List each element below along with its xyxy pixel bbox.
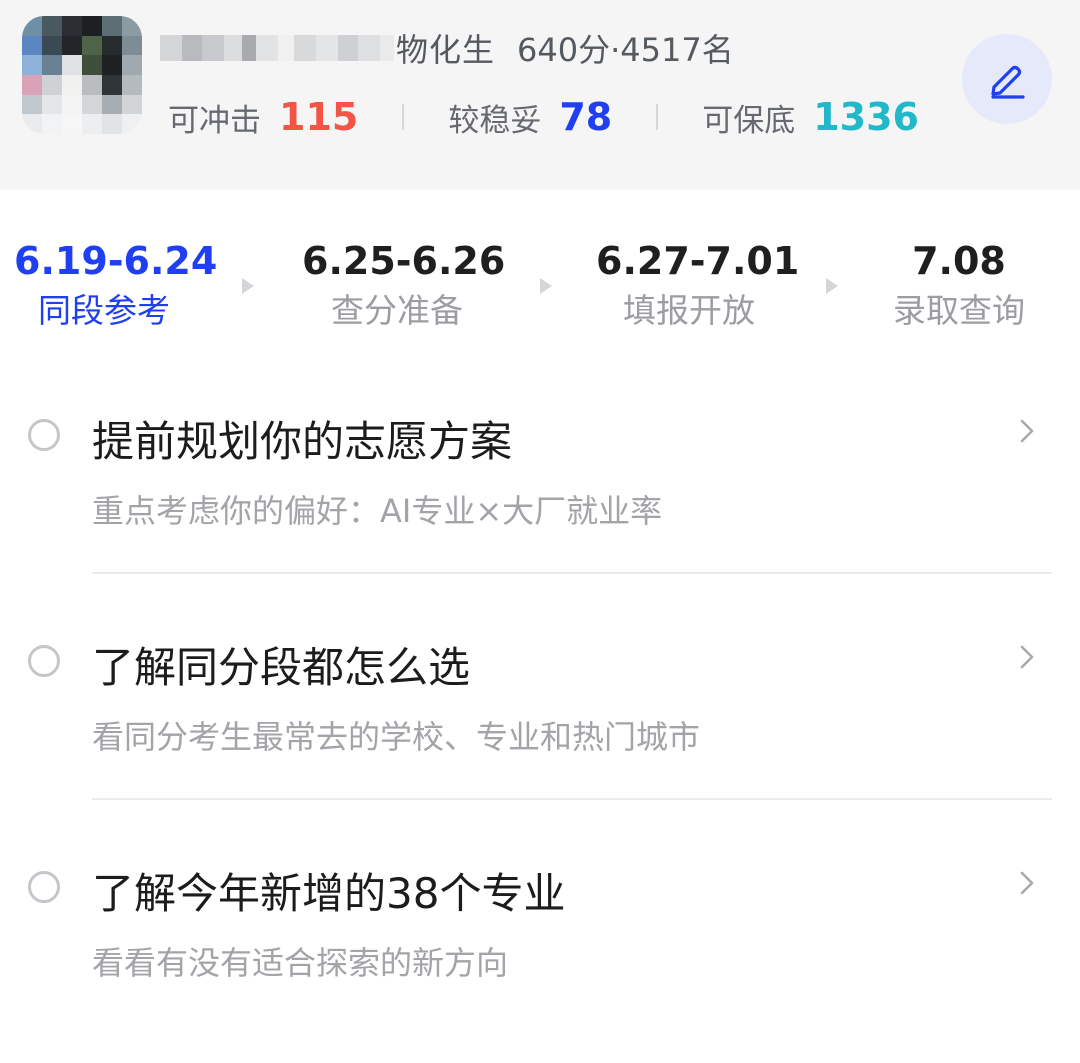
step-label: 填报开放 [623, 291, 755, 330]
timeline-arrow-icon [826, 278, 838, 294]
task-item[interactable]: 了解今年新增的38个专业 看看有没有适合探索的新方向 [0, 838, 1080, 1063]
step-label: 同段参考 [38, 291, 170, 330]
subject-combination: 物化生 [396, 31, 496, 69]
task-radio[interactable] [28, 645, 60, 677]
task-title: 提前规划你的志愿方案 [92, 417, 513, 466]
chevron-right-icon [1020, 645, 1034, 669]
step-date: 6.27-7.01 [596, 239, 800, 283]
divider [92, 798, 1052, 800]
score-rank: 640分·4517名 [517, 31, 734, 69]
timeline-arrow-icon [242, 278, 254, 294]
profile-header: 物化生 640分·4517名 可冲击 115 较稳妥 78 可保底 1336 [0, 0, 1080, 190]
stat-value: 115 [279, 95, 359, 139]
stat-value: 1336 [813, 95, 919, 139]
task-item[interactable]: 提前规划你的志愿方案 重点考虑你的偏好：AI专业×大厂就业率 [0, 386, 1080, 611]
task-subtitle: 看看有没有适合探索的新方向 [92, 944, 509, 982]
pencil-icon [991, 65, 1025, 99]
task-subtitle: 重点考虑你的偏好：AI专业×大厂就业率 [92, 492, 663, 530]
stat-label: 可保底 [702, 102, 796, 139]
timeline-step-4[interactable]: 7.08 录取查询 [882, 236, 1036, 336]
timeline: 6.19-6.24 同段参考 6.25-6.26 查分准备 6.27-7.01 … [0, 236, 1080, 346]
stat-value: 78 [559, 95, 613, 139]
step-label: 查分准备 [331, 291, 463, 330]
stat-divider [656, 104, 659, 130]
task-subtitle: 看同分考生最常去的学校、专业和热门城市 [92, 718, 701, 756]
stat-label: 较稳妥 [448, 102, 542, 139]
task-item[interactable]: 了解同分段都怎么选 看同分考生最常去的学校、专业和热门城市 [0, 612, 1080, 837]
task-radio[interactable] [28, 419, 60, 451]
edit-profile-button[interactable] [962, 34, 1052, 124]
stat-label: 可冲击 [168, 102, 261, 139]
step-date: 6.25-6.26 [302, 239, 506, 283]
timeline-step-2[interactable]: 6.25-6.26 查分准备 [302, 236, 506, 336]
step-date: 6.19-6.24 [14, 239, 218, 283]
task-title: 了解同分段都怎么选 [92, 643, 471, 692]
timeline-step-1[interactable]: 6.19-6.24 同段参考 [14, 236, 218, 336]
step-label: 录取查询 [893, 291, 1025, 330]
stat-safe[interactable]: 较稳妥 78 [448, 95, 612, 140]
divider [92, 572, 1052, 574]
timeline-arrow-icon [540, 278, 552, 294]
task-radio[interactable] [28, 871, 60, 903]
task-title: 了解今年新增的38个专业 [92, 869, 566, 918]
name-redacted [160, 35, 394, 61]
profile-summary: 物化生 640分·4517名 [160, 26, 734, 70]
stat-divider [402, 104, 405, 130]
step-date: 7.08 [912, 239, 1006, 283]
admission-stats: 可冲击 115 较稳妥 78 可保底 1336 [168, 92, 919, 142]
stat-rush[interactable]: 可冲击 115 [168, 95, 358, 140]
avatar[interactable] [22, 16, 142, 134]
timeline-step-3[interactable]: 6.27-7.01 填报开放 [596, 236, 800, 336]
chevron-right-icon [1020, 419, 1034, 443]
stat-guarantee[interactable]: 可保底 1336 [702, 95, 919, 140]
chevron-right-icon [1020, 871, 1034, 895]
